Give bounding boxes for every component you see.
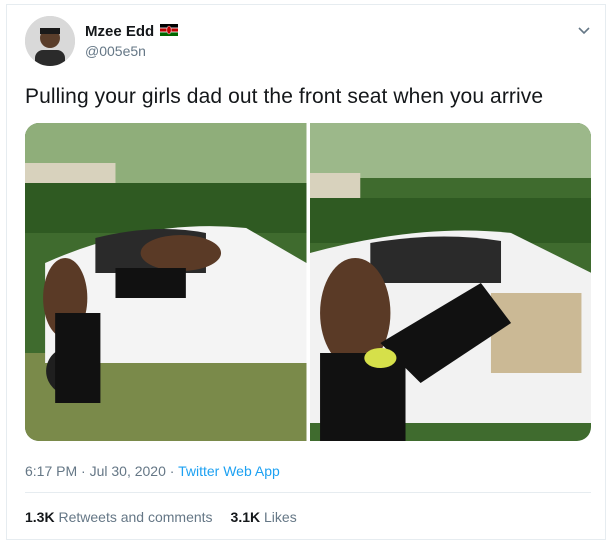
tweet-stats: 1.3K Retweets and comments 3.1K Likes	[25, 509, 297, 525]
tweet-meta: 6:17 PM · Jul 30, 2020 · Twitter Web App	[25, 463, 280, 479]
meta-separator: ·	[77, 463, 90, 479]
photo-right[interactable]	[309, 123, 591, 441]
tweet-source[interactable]: Twitter Web App	[178, 463, 280, 479]
author-name[interactable]: Mzee Edd	[85, 23, 154, 40]
tweet-time[interactable]: 6:17 PM	[25, 463, 77, 479]
retweets-stat[interactable]: 1.3K Retweets and comments	[25, 509, 213, 525]
media-grid	[25, 123, 591, 441]
chevron-down-icon[interactable]	[577, 23, 591, 37]
likes-count: 3.1K	[230, 509, 261, 525]
likes-label: Likes	[264, 509, 297, 525]
likes-stat[interactable]: 3.1K Likes	[231, 509, 297, 525]
meta-separator: ·	[165, 463, 179, 479]
retweets-label: Retweets and comments	[58, 509, 213, 525]
kenya-flag-icon	[160, 23, 179, 40]
retweets-count: 1.3K	[25, 509, 55, 525]
photo-left[interactable]	[25, 123, 307, 441]
tweet-date[interactable]: Jul 30, 2020	[90, 463, 166, 479]
divider	[25, 492, 591, 493]
tweet-card: Mzee Edd @005e5n Pulling your girls dad …	[6, 4, 606, 540]
avatar[interactable]	[25, 16, 75, 66]
author-name-row[interactable]: Mzee Edd	[85, 23, 179, 40]
author-handle[interactable]: @005e5n	[85, 43, 146, 59]
tweet-text: Pulling your girls dad out the front sea…	[25, 85, 544, 108]
